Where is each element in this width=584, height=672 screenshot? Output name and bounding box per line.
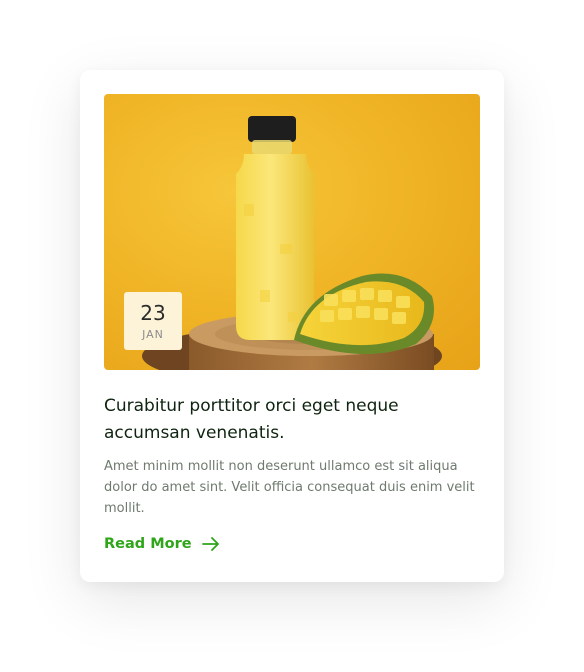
page: 23 JAN Curabitur porttitor orci eget neq… <box>0 0 584 672</box>
post-title[interactable]: Curabitur porttitor orci eget neque accu… <box>104 393 484 447</box>
date-month: JAN <box>142 328 164 341</box>
date-badge: 23 JAN <box>124 292 182 350</box>
post-excerpt: Amet minim mollit non deserunt ullamco e… <box>104 459 475 516</box>
arrow-right-icon <box>201 537 220 551</box>
blog-card: 23 JAN Curabitur porttitor orci eget neq… <box>80 70 504 582</box>
read-more-link[interactable]: Read More <box>104 536 220 552</box>
read-more-label: Read More <box>104 536 192 552</box>
date-day: 23 <box>140 301 166 325</box>
post-image[interactable]: 23 JAN <box>104 94 480 370</box>
